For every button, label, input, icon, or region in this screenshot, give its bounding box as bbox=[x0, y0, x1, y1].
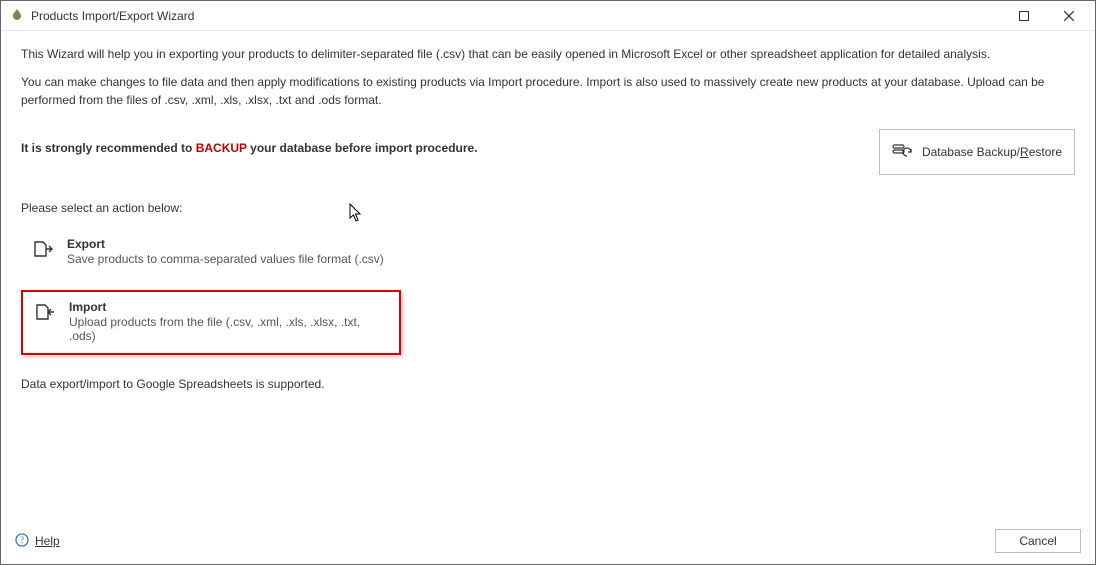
intro-paragraph-1: This Wizard will help you in exporting y… bbox=[21, 45, 1075, 63]
google-spreadsheets-note: Data export/import to Google Spreadsheet… bbox=[21, 377, 1075, 391]
close-button[interactable] bbox=[1046, 1, 1091, 31]
maximize-button[interactable] bbox=[1001, 1, 1046, 31]
footer-bar: ? Help Cancel bbox=[1, 518, 1095, 564]
database-backup-restore-button[interactable]: Database Backup/Restore bbox=[879, 129, 1075, 175]
app-icon bbox=[9, 8, 25, 24]
backup-button-label: Database Backup/Restore bbox=[922, 145, 1062, 159]
cancel-button[interactable]: Cancel bbox=[995, 529, 1081, 553]
recommendation-prefix: It is strongly recommended to bbox=[21, 141, 196, 155]
help-icon: ? bbox=[15, 533, 29, 550]
import-icon bbox=[33, 301, 55, 323]
import-title: Import bbox=[69, 300, 389, 314]
cancel-label: Cancel bbox=[1019, 534, 1056, 548]
content-area: This Wizard will help you in exporting y… bbox=[1, 31, 1095, 391]
svg-text:?: ? bbox=[20, 535, 24, 545]
recommendation-suffix: your database before import procedure. bbox=[247, 141, 478, 155]
backup-restore-icon bbox=[892, 143, 912, 162]
export-text: Export Save products to comma-separated … bbox=[67, 237, 384, 266]
export-title: Export bbox=[67, 237, 384, 251]
import-description: Upload products from the file (.csv, .xm… bbox=[69, 315, 389, 343]
recommendation-row: It is strongly recommended to BACKUP you… bbox=[21, 129, 1075, 175]
import-text: Import Upload products from the file (.c… bbox=[69, 300, 389, 343]
intro-paragraph-2: You can make changes to file data and th… bbox=[21, 73, 1075, 109]
help-label: Help bbox=[35, 534, 60, 548]
window-title: Products Import/Export Wizard bbox=[31, 9, 1001, 23]
import-option[interactable]: Import Upload products from the file (.c… bbox=[21, 290, 401, 355]
export-description: Save products to comma-separated values … bbox=[67, 252, 384, 266]
recommendation-text: It is strongly recommended to BACKUP you… bbox=[21, 129, 879, 155]
options-list: Export Save products to comma-separated … bbox=[21, 229, 1075, 355]
export-option[interactable]: Export Save products to comma-separated … bbox=[21, 229, 401, 276]
export-icon bbox=[31, 238, 53, 260]
title-bar: Products Import/Export Wizard bbox=[1, 1, 1095, 31]
action-prompt: Please select an action below: bbox=[21, 201, 1075, 215]
backup-word: BACKUP bbox=[196, 141, 247, 155]
help-link[interactable]: ? Help bbox=[15, 533, 60, 550]
